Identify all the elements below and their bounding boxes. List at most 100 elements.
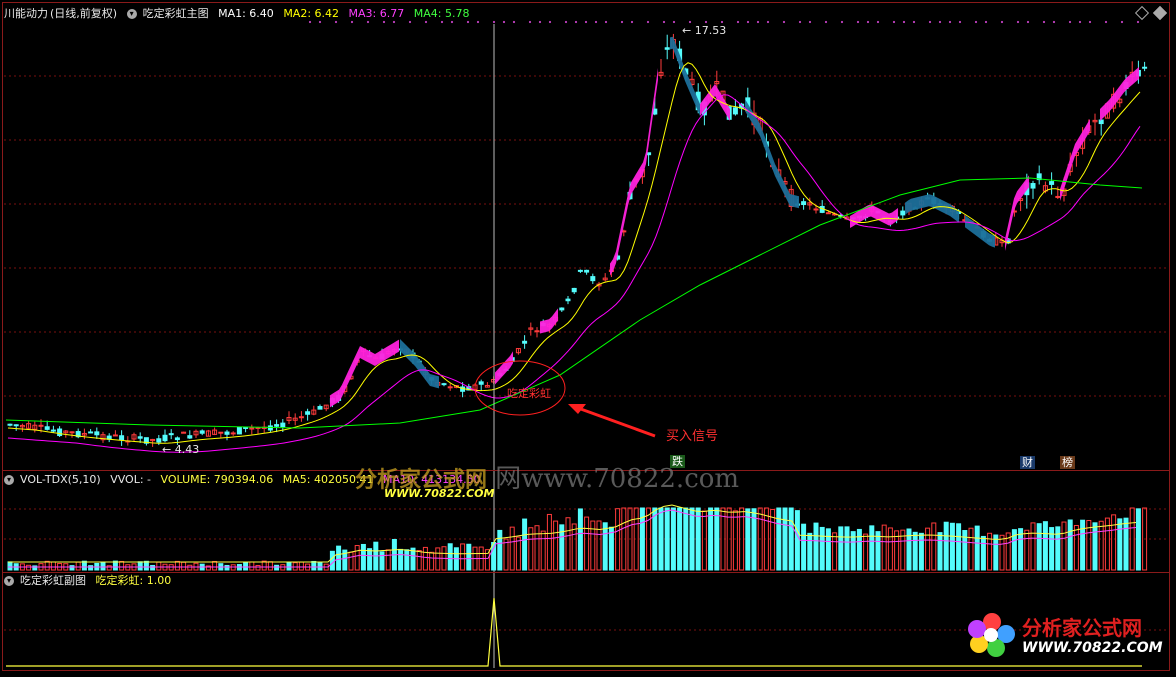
volume-bar [974, 525, 980, 571]
candle-body [577, 269, 583, 272]
signal-dot [334, 20, 338, 24]
signal-dot [984, 20, 988, 24]
candle-body [88, 431, 94, 434]
volume-bar [435, 547, 441, 571]
volume-menu-icon[interactable]: ▾ [4, 475, 14, 485]
signal-dot [450, 20, 454, 24]
candle-body [230, 432, 236, 435]
sub-menu-icon[interactable]: ▾ [4, 576, 14, 586]
candle-body [664, 47, 670, 50]
signal-dot [1104, 20, 1108, 24]
signal-dot [756, 20, 760, 24]
candle-body [441, 383, 447, 386]
candle-body [280, 422, 286, 428]
volume-bar [553, 520, 559, 571]
volume-bar [776, 507, 782, 571]
signal-dot [424, 20, 428, 24]
volume-bar [770, 508, 776, 571]
candle-body [50, 429, 56, 432]
signal-dot [646, 20, 650, 24]
volume-bar [255, 564, 261, 571]
signal-dot [1042, 20, 1046, 24]
signal-dot [466, 20, 470, 24]
candle-body [174, 437, 180, 441]
candle-body [162, 434, 168, 442]
volume-bar [26, 564, 32, 571]
signal-dot [564, 20, 568, 24]
signal-dot [548, 20, 552, 24]
candle-body [199, 430, 205, 434]
volume-bar [807, 532, 813, 571]
volume-bar [143, 560, 149, 571]
logo-url: WWW.70822.COM [1022, 640, 1163, 656]
volume-bar [1092, 522, 1098, 571]
volume-bar [584, 516, 590, 571]
sub-indicator-name[interactable]: 吃定彩虹副图 [20, 574, 86, 587]
candle-body [187, 435, 193, 439]
volume-bar [714, 507, 720, 571]
volume-bar [385, 549, 391, 571]
volume-bar [354, 545, 360, 571]
candle-body [112, 434, 118, 437]
signal-dot [594, 20, 598, 24]
candle-body [732, 107, 738, 115]
signal-dot [366, 20, 370, 24]
vol-indicator-name[interactable]: VOL-TDX(5,10) [20, 473, 101, 486]
candle-body [156, 438, 162, 443]
volume-bar [379, 551, 385, 571]
candle-body [522, 340, 528, 344]
volume-bar [503, 538, 509, 571]
candle-body [317, 406, 323, 410]
signal-dot [704, 20, 708, 24]
candle-body [534, 330, 540, 333]
rainbow-ribbon [330, 339, 399, 408]
volume-bar [460, 543, 466, 571]
volume-bar [819, 526, 825, 571]
volume-bar [695, 507, 701, 571]
high-price-label: ← 17.53 [682, 24, 727, 37]
signal-dot [808, 20, 812, 24]
candle-body [94, 431, 100, 436]
volume-bar [887, 527, 893, 571]
volume-bar [174, 560, 180, 571]
buy-arrow [577, 406, 656, 438]
candle-body [565, 298, 571, 302]
rainbow-ribbon [1100, 66, 1139, 121]
candle-body [13, 424, 19, 427]
volume-bar [298, 561, 304, 571]
volume-bar [1055, 526, 1061, 571]
signal-dot [318, 20, 322, 24]
volume-bar [187, 564, 193, 571]
volume-bar [732, 510, 738, 571]
volume-bar [404, 549, 410, 571]
buy-signal-label: 买入信号 [666, 429, 719, 444]
signal-dot [308, 20, 312, 24]
signal-dot [1052, 20, 1056, 24]
candle-body [801, 201, 807, 206]
signal-dot [1078, 20, 1082, 24]
volume-bar [224, 564, 230, 571]
volume-bar [515, 536, 521, 571]
volume-bar [1073, 524, 1079, 571]
volume-bar [602, 522, 608, 571]
volume-bar [664, 507, 670, 571]
volume-bar [832, 532, 838, 571]
volume-bar [292, 562, 298, 571]
signal-dot [392, 20, 396, 24]
signal-dot [672, 20, 676, 24]
volume-bar [367, 548, 373, 571]
volume-bar [249, 561, 255, 571]
volume-bar [912, 531, 918, 571]
event-tag-cai[interactable]: 财 [1020, 456, 1035, 469]
event-tag-bang[interactable]: 榜 [1060, 456, 1075, 469]
candle-body [825, 212, 831, 215]
candle-body [224, 431, 230, 435]
volume-bar [745, 508, 751, 571]
volume-bar [782, 507, 788, 571]
volume-bar [286, 562, 292, 571]
candle-body [305, 411, 311, 415]
volume-bar [534, 525, 540, 571]
volume-bar [7, 561, 13, 571]
volume-bar [1024, 529, 1030, 571]
volume-bar [360, 543, 366, 571]
